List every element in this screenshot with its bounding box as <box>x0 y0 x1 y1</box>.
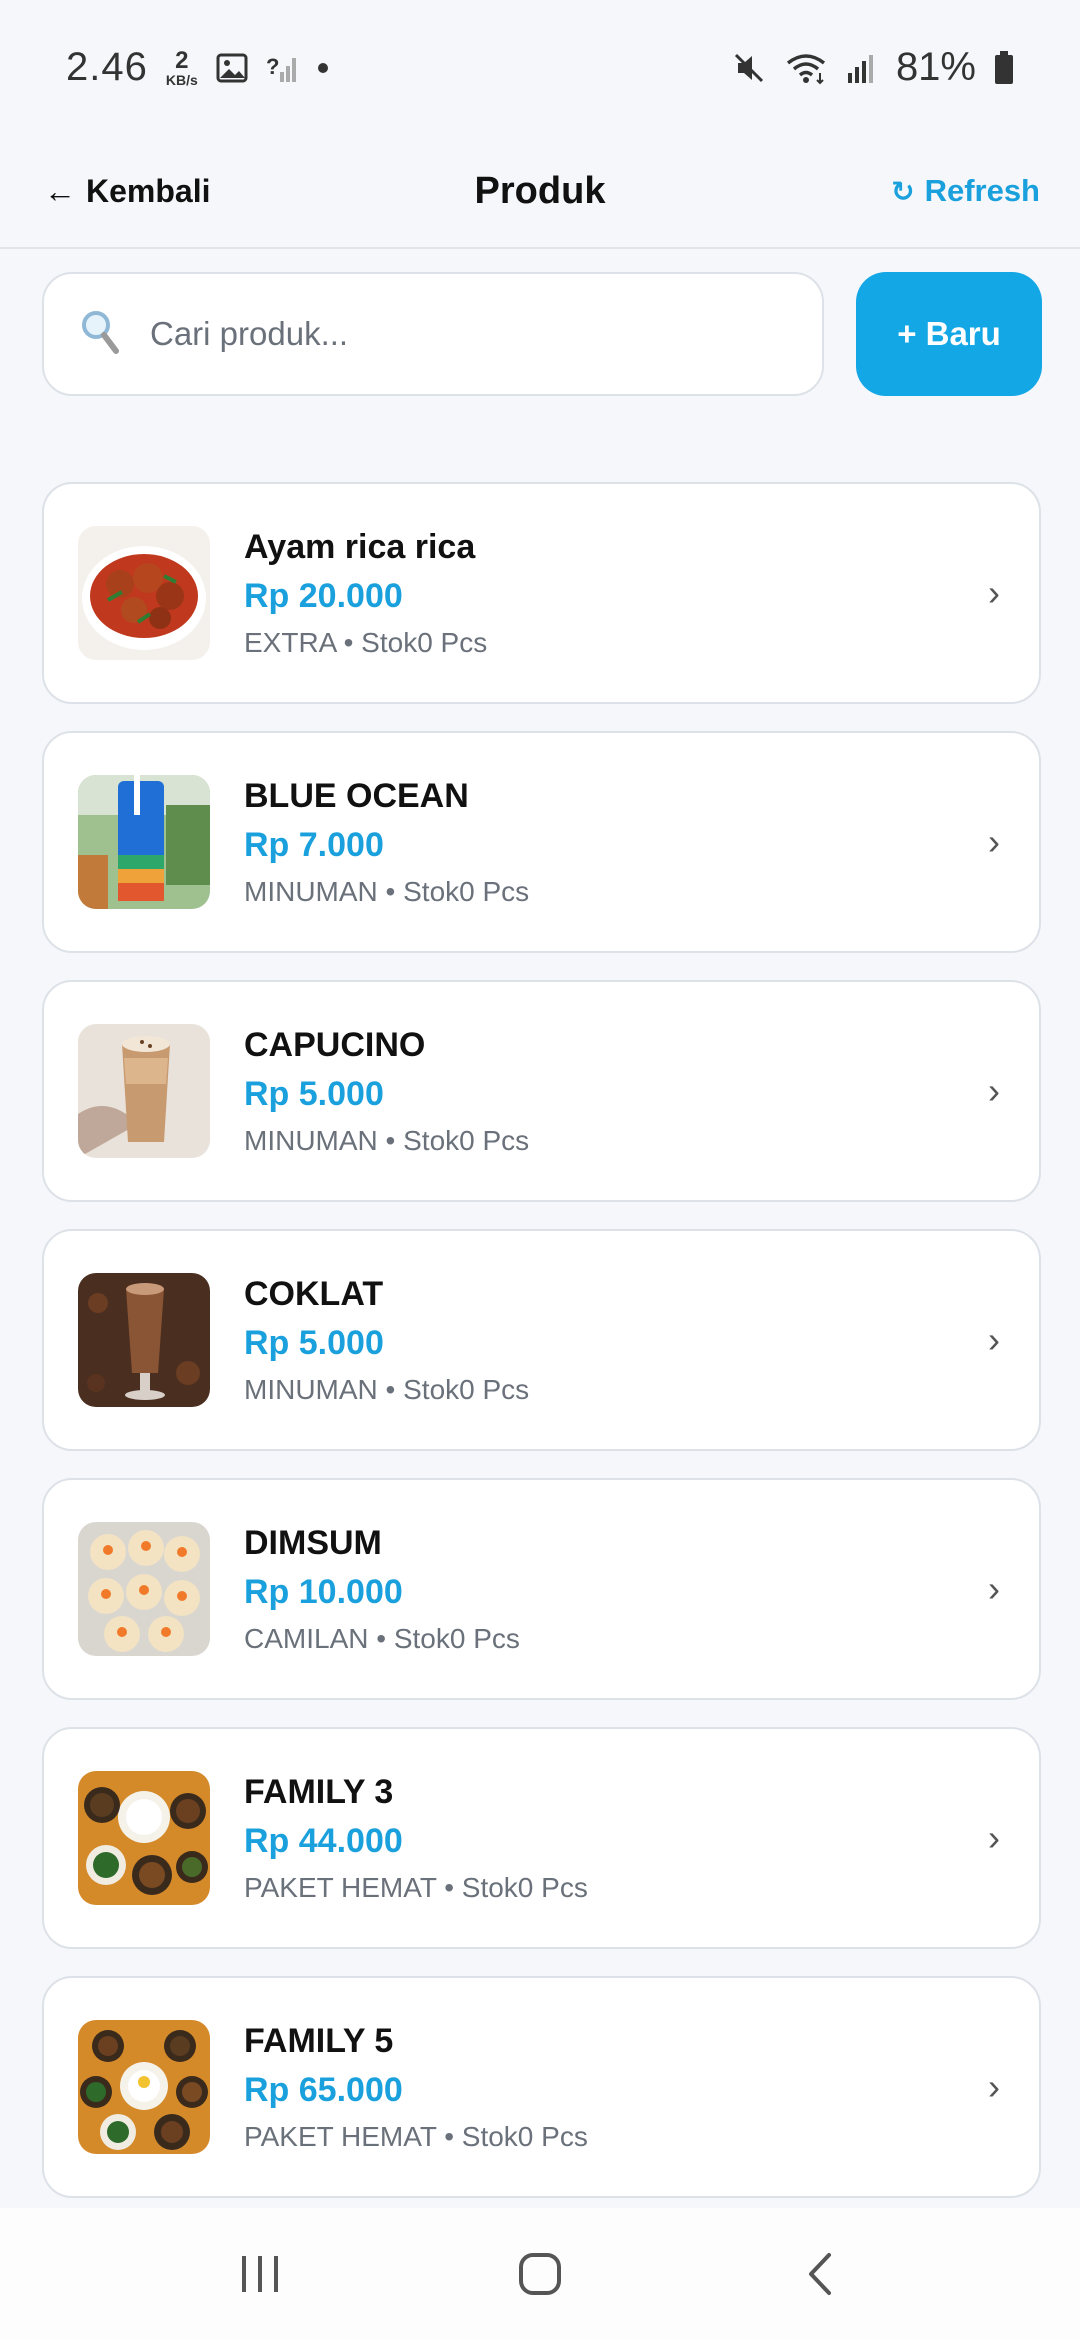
recent-apps-button[interactable] <box>200 2224 320 2324</box>
signal-icon <box>846 53 878 83</box>
new-product-button[interactable]: + Baru <box>856 272 1042 396</box>
food-photo-family-5 <box>78 2020 210 2154</box>
app-header: ← Kembali Produk ↻ Refresh <box>0 135 1080 249</box>
product-info: FAMILY 5 Rp 65.000 PAKET HEMAT • Stok0 P… <box>244 2021 979 2153</box>
battery-icon <box>994 50 1014 85</box>
status-time: 2.46 <box>66 45 148 89</box>
back-button-label: Kembali <box>86 172 211 209</box>
search-box[interactable] <box>42 272 824 396</box>
status-left: 2.46 2 KB/s ? <box>66 45 328 90</box>
product-card[interactable]: Ayam rica rica Rp 20.000 EXTRA • Stok0 P… <box>42 482 1041 704</box>
product-info: Ayam rica rica Rp 20.000 EXTRA • Stok0 P… <box>244 527 979 659</box>
search-icon <box>80 309 120 360</box>
battery-percentage: 81% <box>895 45 976 89</box>
product-card[interactable]: FAMILY 5 Rp 65.000 PAKET HEMAT • Stok0 P… <box>42 1976 1041 2198</box>
drink-photo-coklat <box>78 1273 210 1407</box>
chevron-right-icon: › <box>988 1319 1000 1360</box>
product-meta: CAMILAN • Stok0 Pcs <box>244 1622 520 1654</box>
product-name: FAMILY 3 <box>244 1773 394 1812</box>
no-signal-icon: ? <box>266 52 300 84</box>
product-name: COKLAT <box>244 1275 384 1314</box>
product-info: DIMSUM Rp 10.000 CAMILAN • Stok0 Pcs <box>244 1523 979 1655</box>
product-meta: PAKET HEMAT • Stok0 Pcs <box>244 2120 588 2152</box>
product-price: Rp 7.000 <box>244 826 384 864</box>
back-nav-button[interactable] <box>760 2224 880 2324</box>
recent-apps-icon <box>242 2256 278 2292</box>
mute-icon <box>732 51 766 85</box>
chevron-right-icon: › <box>988 1817 1000 1858</box>
food-photo-dimsum <box>78 1522 210 1656</box>
chevron-right-icon: › <box>988 821 1000 862</box>
product-card[interactable]: COKLAT Rp 5.000 MINUMAN • Stok0 Pcs › <box>42 1229 1041 1451</box>
drink-photo-capucino <box>78 1024 210 1158</box>
product-card[interactable]: DIMSUM Rp 10.000 CAMILAN • Stok0 Pcs › <box>42 1478 1041 1700</box>
back-chevron-icon <box>809 2253 831 2295</box>
drink-photo-blue-ocean <box>78 775 210 909</box>
refresh-button[interactable]: ↻ Refresh <box>891 173 1040 209</box>
svg-text:?: ? <box>266 54 279 79</box>
product-price: Rp 20.000 <box>244 577 403 615</box>
product-card[interactable]: BLUE OCEAN Rp 7.000 MINUMAN • Stok0 Pcs … <box>42 731 1041 953</box>
product-info: CAPUCINO Rp 5.000 MINUMAN • Stok0 Pcs <box>244 1025 979 1157</box>
product-name: CAPUCINO <box>244 1026 426 1065</box>
product-price: Rp 5.000 <box>244 1324 384 1362</box>
product-info: FAMILY 3 Rp 44.000 PAKET HEMAT • Stok0 P… <box>244 1772 979 1904</box>
product-info: COKLAT Rp 5.000 MINUMAN • Stok0 Pcs <box>244 1274 979 1406</box>
product-name: BLUE OCEAN <box>244 777 469 816</box>
product-price: Rp 65.000 <box>244 2071 403 2109</box>
status-bar: 2.46 2 KB/s ? 81% <box>0 0 1080 135</box>
search-row: + Baru <box>42 272 1042 396</box>
refresh-button-label: Refresh <box>924 173 1040 208</box>
chevron-right-icon: › <box>988 1070 1000 1111</box>
product-meta: EXTRA • Stok0 Pcs <box>244 626 488 658</box>
food-photo-family-3 <box>78 1771 210 1905</box>
network-speed-unit: KB/s <box>165 71 198 88</box>
product-meta: PAKET HEMAT • Stok0 Pcs <box>244 1871 588 1903</box>
product-price: Rp 10.000 <box>244 1573 403 1611</box>
system-nav-bar <box>0 2208 1080 2340</box>
notification-dot-icon <box>317 62 328 73</box>
product-card[interactable]: CAPUCINO Rp 5.000 MINUMAN • Stok0 Pcs › <box>42 980 1041 1202</box>
chevron-right-icon: › <box>988 1568 1000 1609</box>
product-price: Rp 5.000 <box>244 1075 384 1113</box>
product-meta: MINUMAN • Stok0 Pcs <box>244 1124 530 1156</box>
product-meta: MINUMAN • Stok0 Pcs <box>244 875 530 907</box>
home-button[interactable] <box>480 2224 600 2324</box>
search-input[interactable] <box>150 315 792 353</box>
wifi-icon <box>784 51 828 85</box>
status-right: 81% <box>732 45 1014 90</box>
network-speed-value: 2 <box>175 46 189 74</box>
product-name: Ayam rica rica <box>244 528 476 567</box>
home-icon <box>519 2253 561 2295</box>
food-photo-ayam <box>78 526 210 660</box>
product-name: DIMSUM <box>244 1524 382 1563</box>
chevron-right-icon: › <box>988 2066 1000 2107</box>
product-name: FAMILY 5 <box>244 2022 394 2061</box>
product-price: Rp 44.000 <box>244 1822 403 1860</box>
back-arrow-icon: ← <box>44 172 76 209</box>
product-info: BLUE OCEAN Rp 7.000 MINUMAN • Stok0 Pcs <box>244 776 979 908</box>
refresh-icon: ↻ <box>891 175 915 207</box>
network-speed: 2 KB/s <box>165 46 198 88</box>
product-meta: MINUMAN • Stok0 Pcs <box>244 1373 530 1405</box>
gallery-icon <box>216 53 248 83</box>
back-button[interactable]: ← Kembali <box>44 173 210 210</box>
product-list: Ayam rica rica Rp 20.000 EXTRA • Stok0 P… <box>42 482 1041 2198</box>
chevron-right-icon: › <box>988 572 1000 613</box>
product-card[interactable]: FAMILY 3 Rp 44.000 PAKET HEMAT • Stok0 P… <box>42 1727 1041 1949</box>
